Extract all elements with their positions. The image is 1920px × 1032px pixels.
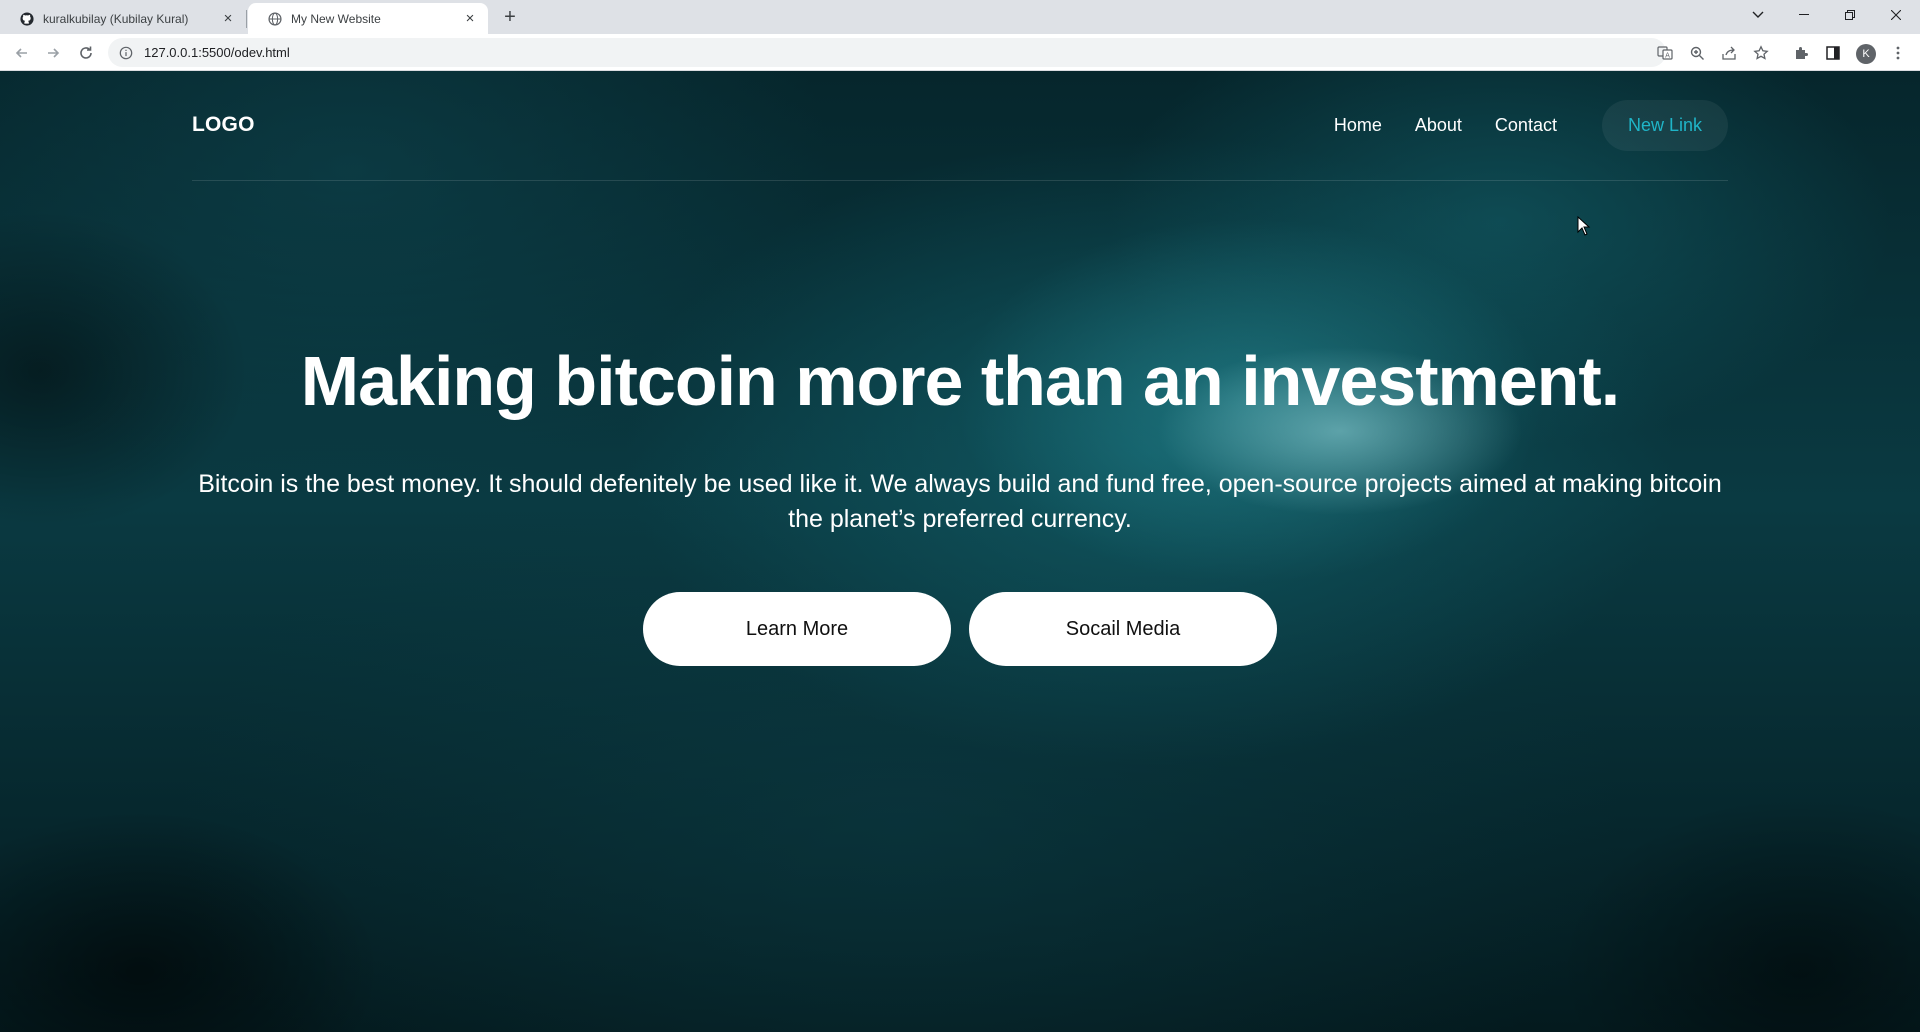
url-text: 127.0.0.1:5500/odev.html xyxy=(144,45,290,60)
social-media-button[interactable]: Socail Media xyxy=(969,592,1277,666)
site-logo[interactable]: LOGO xyxy=(192,113,255,137)
close-icon[interactable]: × xyxy=(462,10,478,27)
menu-icon[interactable] xyxy=(1887,42,1909,64)
nav-link-about[interactable]: About xyxy=(1415,115,1462,136)
minimize-icon[interactable] xyxy=(1782,0,1826,30)
profile-avatar[interactable]: K xyxy=(1856,44,1876,64)
hero-description: Bitcoin is the best money. It should def… xyxy=(198,470,1722,533)
site-header: LOGO Home About Contact New Link xyxy=(192,71,1728,181)
side-panel-icon[interactable] xyxy=(1822,42,1844,64)
svg-text:A: A xyxy=(1665,52,1670,60)
window-close-icon[interactable] xyxy=(1874,0,1918,30)
tab-title: My New Website xyxy=(291,11,381,26)
hero-section: Making bitcoin more than an investment. … xyxy=(0,341,1920,666)
website-page: LOGO Home About Contact New Link Making … xyxy=(0,71,1920,1032)
back-icon[interactable] xyxy=(10,41,34,65)
globe-icon xyxy=(268,11,282,26)
nav-link-contact[interactable]: Contact xyxy=(1495,115,1557,136)
nav-link-new-link[interactable]: New Link xyxy=(1601,99,1728,151)
extensions-icon[interactable] xyxy=(1790,42,1812,64)
tab-title: kuralkubilay (Kubilay Kural) xyxy=(43,11,189,26)
restore-icon[interactable] xyxy=(1828,0,1872,30)
forward-icon[interactable] xyxy=(41,41,65,65)
hero-title: Making bitcoin more than an investment. xyxy=(300,342,1620,420)
reload-icon[interactable] xyxy=(74,41,98,65)
browser-tab-github[interactable]: kuralkubilay (Kubilay Kural) × xyxy=(0,3,246,34)
nav-link-home[interactable]: Home xyxy=(1334,115,1382,136)
translate-icon[interactable]: A xyxy=(1654,42,1676,64)
hero-buttons: Learn More Socail Media xyxy=(0,592,1920,666)
zoom-icon[interactable] xyxy=(1686,42,1708,64)
browser-tab-my-new-website[interactable]: My New Website × xyxy=(248,3,488,34)
mouse-cursor-icon xyxy=(1577,215,1591,241)
site-info-icon[interactable] xyxy=(118,45,134,61)
new-tab-button[interactable]: + xyxy=(498,6,522,30)
share-icon[interactable] xyxy=(1718,42,1740,64)
main-nav: Home About Contact New Link xyxy=(1334,99,1728,151)
browser-toolbar: 127.0.0.1:5500/odev.html A K xyxy=(0,34,1920,71)
close-icon[interactable]: × xyxy=(220,10,236,27)
address-bar[interactable]: 127.0.0.1:5500/odev.html xyxy=(108,38,1666,67)
tab-search-icon[interactable] xyxy=(1736,0,1780,30)
tab-divider xyxy=(246,10,247,28)
learn-more-button[interactable]: Learn More xyxy=(643,592,951,666)
star-icon[interactable] xyxy=(1750,42,1772,64)
github-icon xyxy=(20,11,34,26)
browser-tab-strip: kuralkubilay (Kubilay Kural) × My New We… xyxy=(0,0,1920,34)
